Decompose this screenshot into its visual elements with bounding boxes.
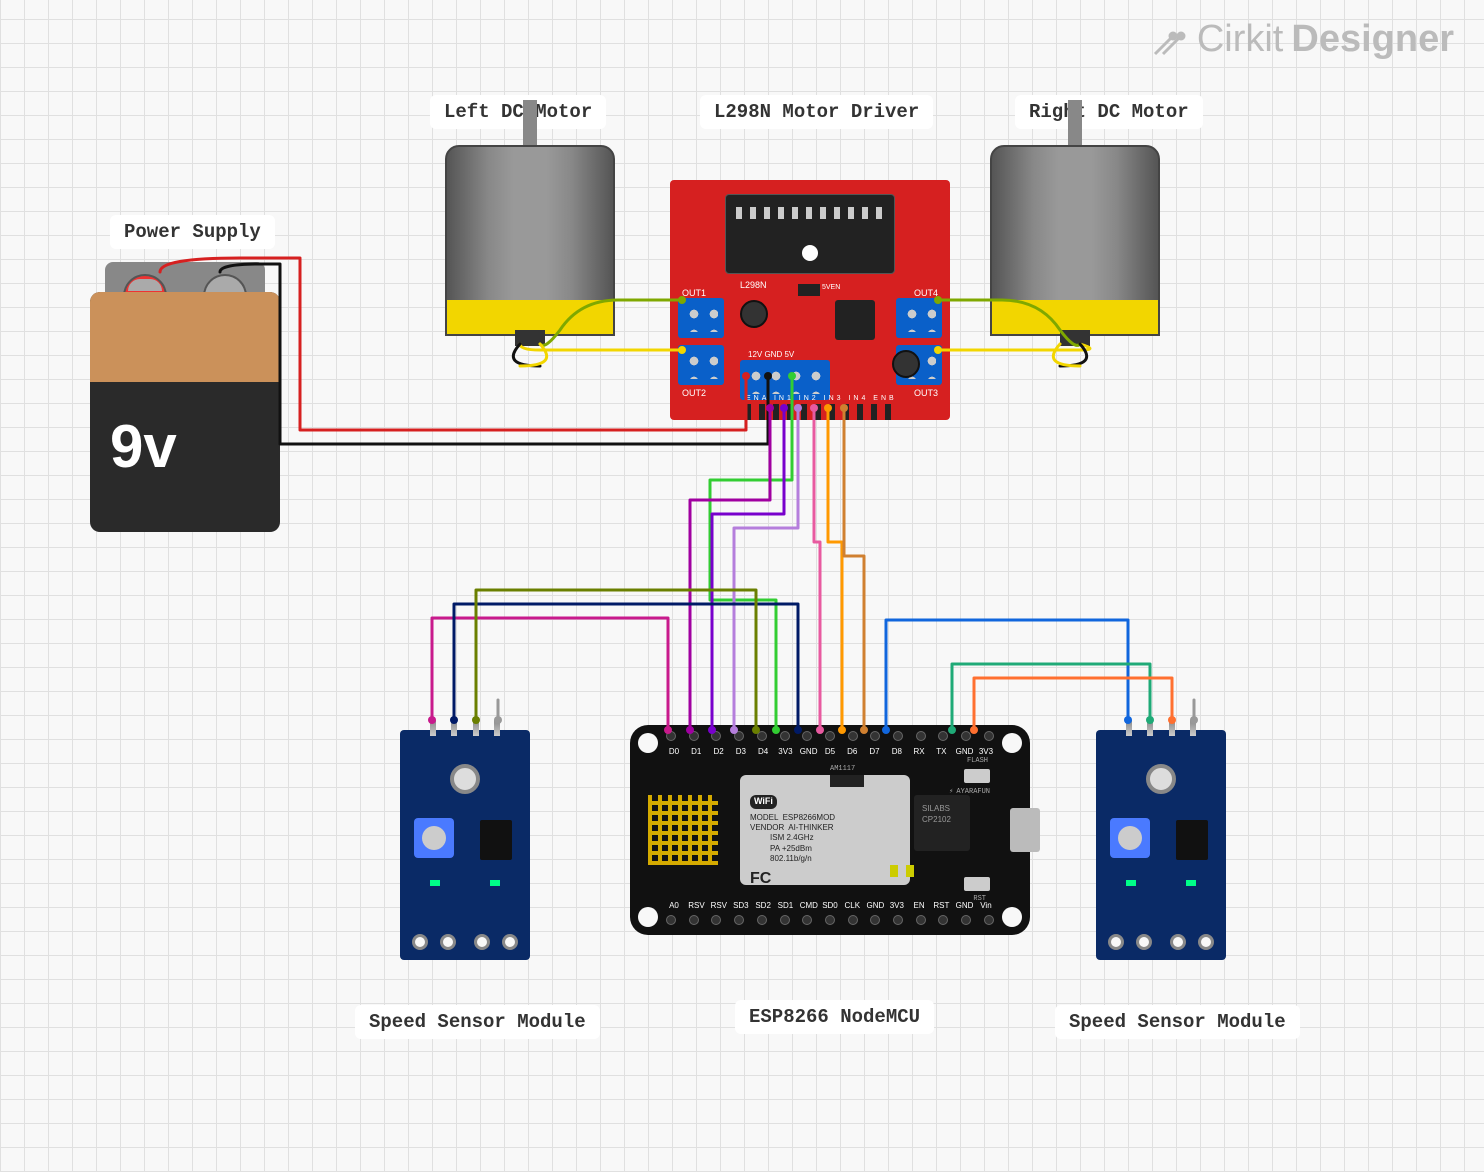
label-sensor-right: Speed Sensor Module (1055, 1005, 1300, 1039)
l298n-chip-label: L298N (740, 280, 767, 290)
l298n-out2: OUT2 (682, 388, 706, 398)
brand-logo: Cirkit Designer (1149, 18, 1454, 61)
nodemcu-bot-labels: A0RSVRSVSD3SD2SD1CMDSD0CLKGND3V3ENRSTGND… (666, 901, 994, 913)
label-power: Power Supply (110, 215, 275, 249)
esp8266-nodemcu: D0D1D2D3D43V3GNDD5D6D7D8RXTXGND3V3 A0RSV… (630, 725, 1030, 935)
l298n-power-pins: 12V GND 5V (748, 350, 794, 359)
battery-9v: 9v (90, 262, 280, 532)
left-dc-motor (445, 100, 615, 350)
rst-button (964, 877, 990, 891)
flash-button (964, 769, 990, 783)
nodemcu-top-pins (666, 731, 994, 745)
brand-ayarafun: ⚡AYARAFUN (949, 787, 990, 796)
wifi-badge: WiFi (750, 795, 777, 809)
l298n-motor-driver: L298N 5VEN OUT1 OUT2 OUT3 OUT4 12V GND 5… (670, 180, 950, 420)
antenna-icon (648, 795, 718, 865)
cp2102-chip (914, 795, 970, 851)
brand-icon (1149, 20, 1189, 60)
wires-layer (0, 0, 1484, 1172)
l298n-ctrl-pins: ENA IN1 IN2 IN3 IN4 ENB (746, 395, 897, 402)
nodemcu-top-labels: D0D1D2D3D43V3GNDD5D6D7D8RXTXGND3V3 (666, 747, 994, 759)
l298n-out3: OUT3 (914, 388, 938, 398)
l298n-out4: OUT4 (914, 288, 938, 298)
flash-label: FLASH (967, 757, 988, 765)
right-dc-motor (990, 100, 1160, 350)
speed-sensor-right (1096, 730, 1226, 960)
usb-port (1010, 808, 1040, 852)
l298n-sven: 5VEN (822, 284, 840, 291)
nodemcu-bot-pins (666, 915, 994, 929)
battery-voltage-text: 9v (110, 412, 177, 481)
nodemcu-shield-text: WiFi MODEL ESP8266MOD VENDOR AI-THINKER … (750, 795, 835, 889)
label-mcu: ESP8266 NodeMCU (735, 1000, 934, 1034)
label-sensor-left: Speed Sensor Module (355, 1005, 600, 1039)
fcc-mark: FC (750, 869, 835, 890)
l298n-out1: OUT1 (682, 288, 706, 298)
brand-prefix: Cirkit (1197, 18, 1284, 61)
label-driver: L298N Motor Driver (700, 95, 933, 129)
speed-sensor-left (400, 730, 530, 960)
ams-label: AM1117 (830, 765, 855, 773)
brand-suffix: Designer (1291, 18, 1454, 61)
rst-label: RST (973, 895, 986, 903)
